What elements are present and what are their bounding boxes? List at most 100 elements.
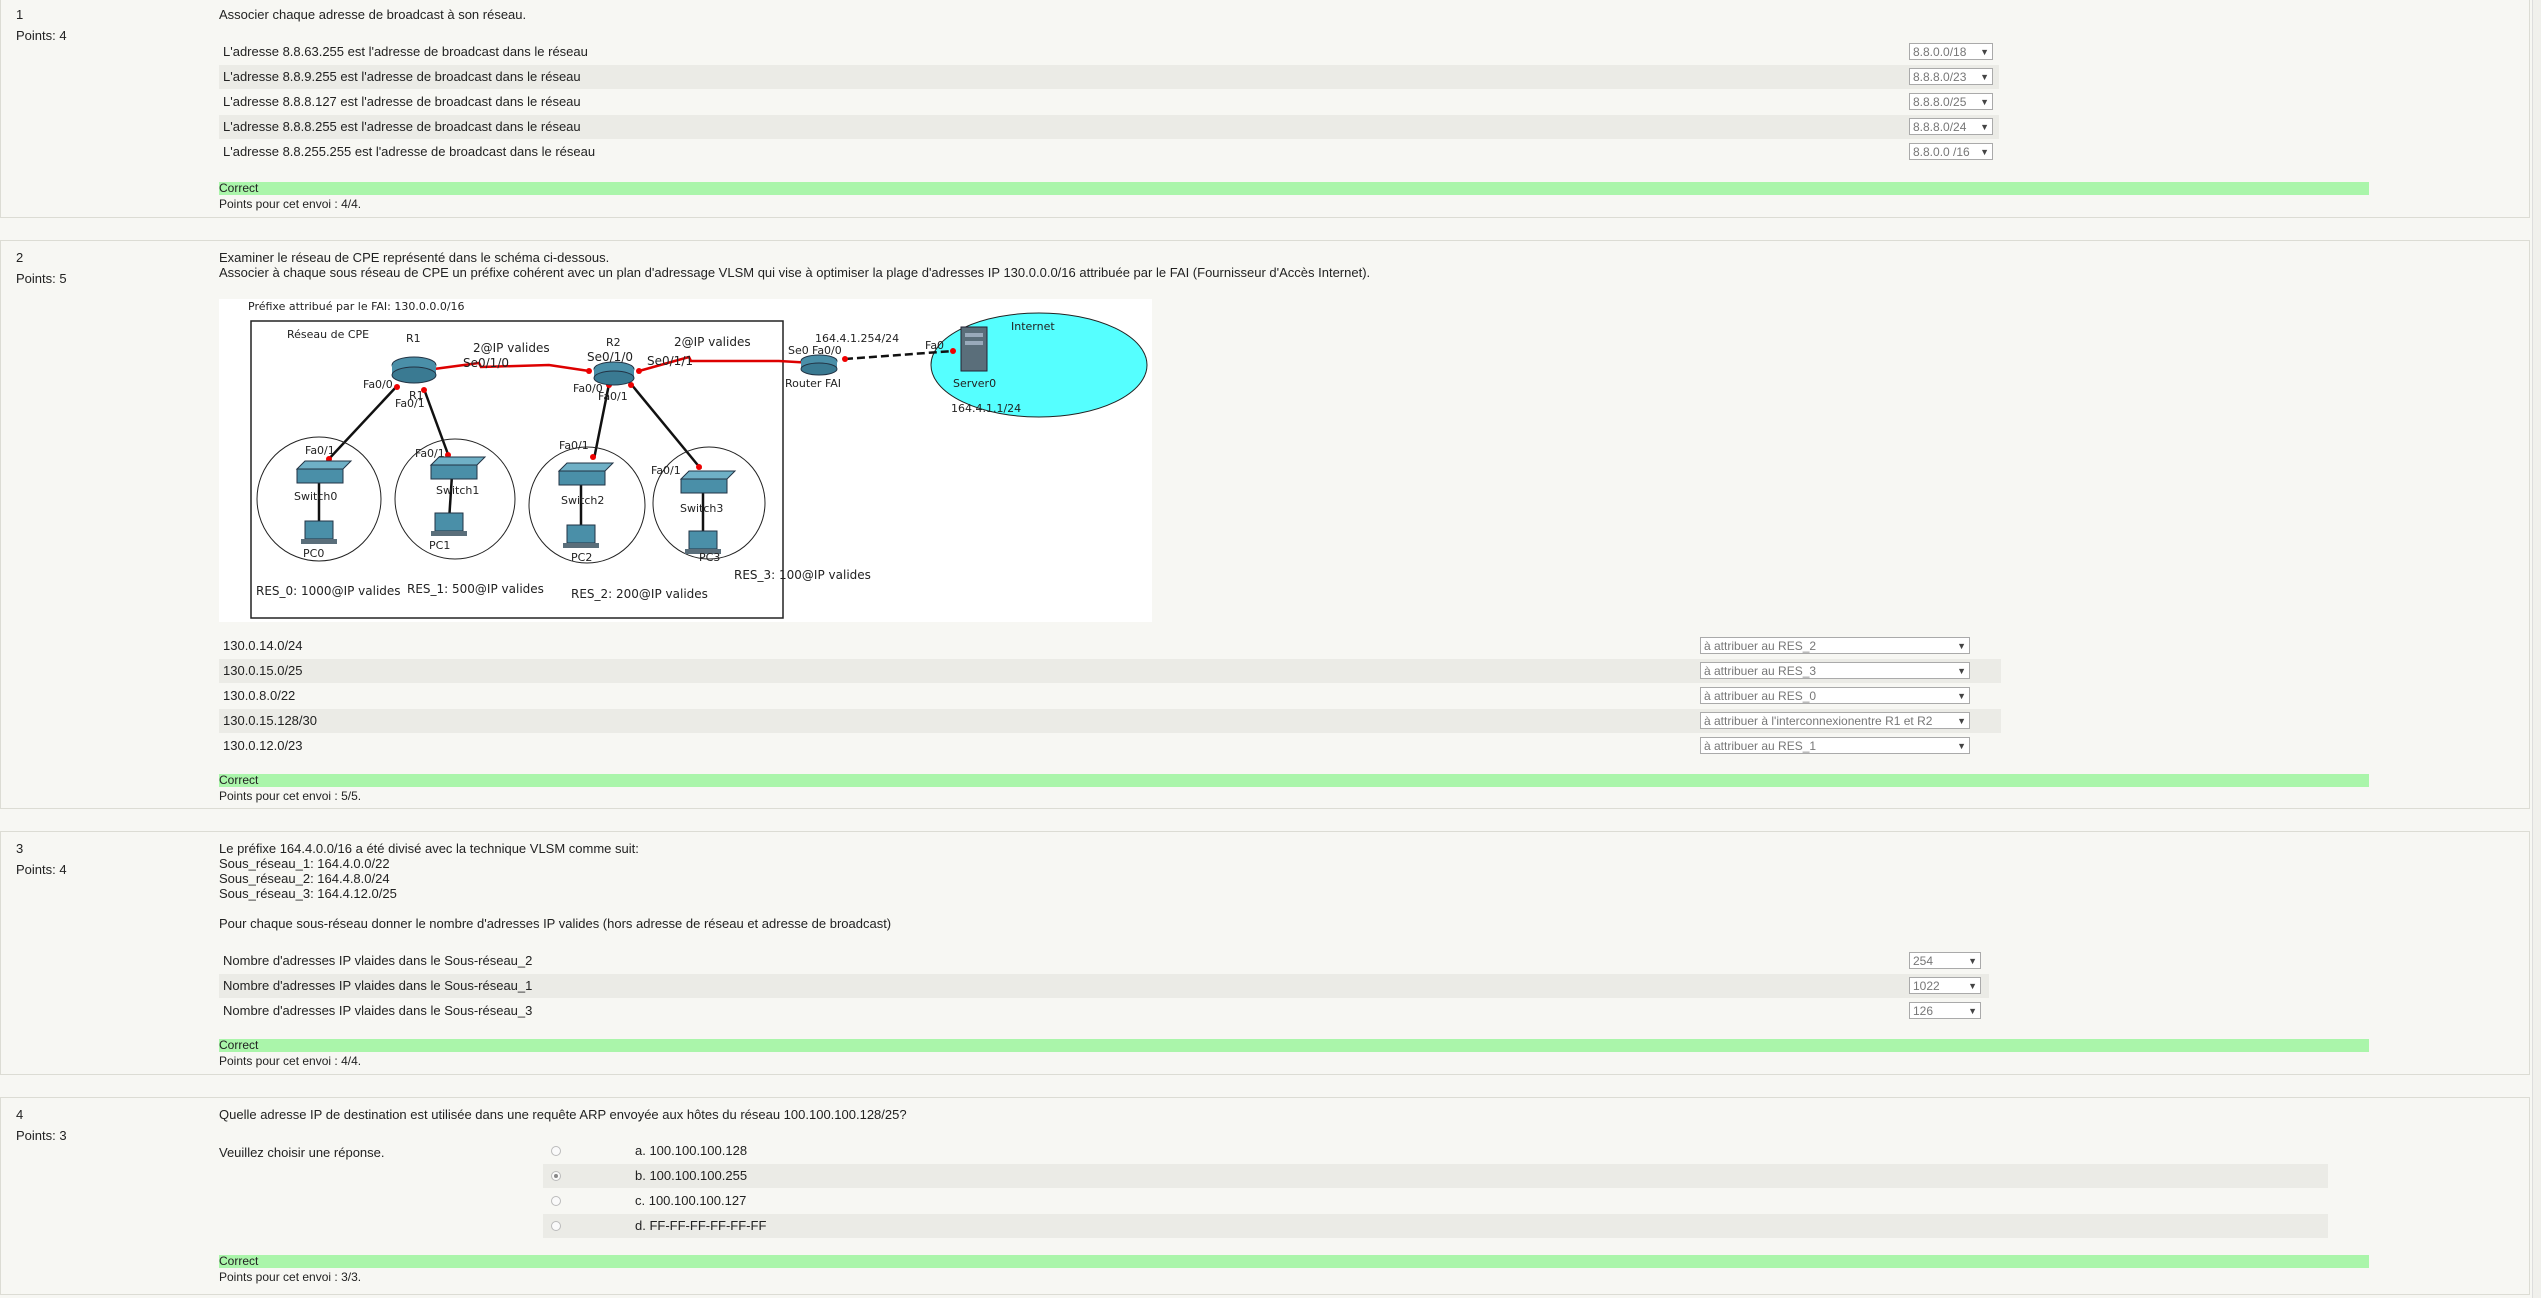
match-row: L'adresse 8.8.8.127 est l'adresse de bro… [219, 90, 1999, 114]
svg-text:PC1: PC1 [429, 539, 450, 552]
svg-text:Se0: Se0 [788, 344, 809, 357]
question-points: Points: 3 [16, 1128, 67, 1143]
answer-select[interactable]: à attribuer à l'interconnexionentre R1 e… [1700, 712, 1970, 729]
router-icon [391, 356, 437, 384]
question-stem: Sous_réseau_1: 164.4.0.0/22 [219, 856, 390, 871]
chevron-down-icon: ▼ [1968, 1006, 1977, 1016]
match-row: 130.0.15.128/30 à attribuer à l'intercon… [219, 709, 2001, 733]
answer-select[interactable]: 8.8.0.0/18 ▼ [1909, 43, 1993, 60]
svg-text:Fa0/0: Fa0/0 [363, 378, 393, 391]
question-points: Points: 5 [16, 271, 67, 286]
match-row: 130.0.14.0/24 à attribuer au RES_2 ▼ [219, 634, 2001, 658]
svg-text:RES_1: 500@IP valides: RES_1: 500@IP valides [407, 582, 544, 596]
answer-select[interactable]: 8.8.8.0/25 ▼ [1909, 93, 1993, 110]
server-icon [960, 326, 988, 372]
answer-select[interactable]: 8.8.8.0/24 ▼ [1909, 118, 1993, 135]
match-row: Nombre d'adresses IP vlaides dans le Sou… [219, 999, 1989, 1023]
svg-text:Switch0: Switch0 [294, 490, 337, 503]
question-stem: Le préfixe 164.4.0.0/16 a été divisé ave… [219, 841, 639, 856]
chevron-down-icon: ▼ [1957, 741, 1966, 751]
feedback-correct: Correct [219, 1255, 2369, 1268]
question-stem: Associer chaque adresse de broadcast à s… [219, 7, 527, 22]
chevron-down-icon: ▼ [1957, 666, 1966, 676]
option-label: d. FF-FF-FF-FF-FF-FF [635, 1218, 767, 1233]
svg-text:Se0/1/0: Se0/1/0 [463, 356, 509, 370]
match-label: L'adresse 8.8.9.255 est l'adresse de bro… [223, 69, 581, 84]
match-label: 130.0.14.0/24 [223, 638, 303, 653]
match-label: Nombre d'adresses IP vlaides dans le Sou… [223, 953, 533, 968]
question-points: Points: 4 [16, 28, 67, 43]
chevron-down-icon: ▼ [1980, 47, 1989, 57]
answer-select[interactable]: 126 ▼ [1909, 1002, 1981, 1019]
chevron-down-icon: ▼ [1980, 122, 1989, 132]
answer-select[interactable]: 254 ▼ [1909, 952, 1981, 969]
radio-button[interactable] [551, 1146, 561, 1156]
option-label: c. 100.100.100.127 [635, 1193, 747, 1208]
svg-text:RES_2: 200@IP valides: RES_2: 200@IP valides [571, 587, 708, 601]
question-stem: Pour chaque sous-réseau donner le nombre… [219, 916, 892, 931]
option-b[interactable]: b. 100.100.100.255 [543, 1164, 2328, 1188]
link-r2-sw3 [630, 383, 702, 470]
answer-select[interactable]: 1022 ▼ [1909, 977, 1981, 994]
answer-select[interactable]: à attribuer au RES_3 ▼ [1700, 662, 1970, 679]
svg-text:Fa0/1: Fa0/1 [415, 447, 445, 460]
score-line: Points pour cet envoi : 5/5. [219, 789, 362, 803]
svg-text:Fa0: Fa0 [925, 339, 944, 352]
option-a[interactable]: a. 100.100.100.128 [543, 1139, 2328, 1163]
switch-icon [295, 460, 353, 484]
radio-button[interactable] [551, 1221, 561, 1231]
svg-text:Fa0/1: Fa0/1 [651, 464, 681, 477]
answer-prompt: Veuillez choisir une réponse. [219, 1145, 385, 1160]
svg-text:Server0: Server0 [953, 377, 996, 390]
question-number: 1 [16, 7, 24, 22]
match-label: L'adresse 8.8.255.255 est l'adresse de b… [223, 144, 596, 159]
svg-text:Router FAI: Router FAI [785, 377, 841, 390]
match-row: L'adresse 8.8.63.255 est l'adresse de br… [219, 40, 1999, 64]
answer-select[interactable]: 8.8.8.0/23 ▼ [1909, 68, 1993, 85]
svg-text:Switch2: Switch2 [561, 494, 604, 507]
chevron-down-icon: ▼ [1980, 72, 1989, 82]
svg-text:Fa0/1: Fa0/1 [598, 390, 628, 403]
pc-icon [563, 524, 599, 548]
radio-button[interactable] [551, 1196, 561, 1206]
match-row: Nombre d'adresses IP vlaides dans le Sou… [219, 949, 1989, 973]
match-label: 130.0.15.0/25 [223, 663, 303, 678]
svg-text:R2: R2 [606, 336, 621, 349]
svg-text:Fa0/1: Fa0/1 [559, 439, 589, 452]
svg-text:Se0/1/1: Se0/1/1 [647, 354, 693, 368]
answer-select[interactable]: à attribuer au RES_0 ▼ [1700, 687, 1970, 704]
question-number: 3 [16, 841, 24, 856]
svg-text:Fa0/1: Fa0/1 [305, 444, 335, 457]
option-label: a. 100.100.100.128 [635, 1143, 748, 1158]
answer-select[interactable]: à attribuer au RES_2 ▼ [1700, 637, 1970, 654]
switch-icon [429, 456, 487, 480]
feedback-correct: Correct [219, 182, 2369, 195]
question-stem: Examiner le réseau de CPE représenté dan… [219, 250, 610, 265]
link-r1-sw0 [326, 385, 398, 462]
svg-text:RES_0: 1000@IP valides: RES_0: 1000@IP valides [256, 584, 401, 598]
option-d[interactable]: d. FF-FF-FF-FF-FF-FF [543, 1214, 2328, 1238]
chevron-down-icon: ▼ [1957, 691, 1966, 701]
match-label: L'adresse 8.8.63.255 est l'adresse de br… [223, 44, 588, 59]
match-label: L'adresse 8.8.8.127 est l'adresse de bro… [223, 94, 581, 109]
answer-select[interactable]: à attribuer au RES_1 ▼ [1700, 737, 1970, 754]
answer-select[interactable]: 8.8.0.0 /16 ▼ [1909, 143, 1993, 160]
match-row: L'adresse 8.8.8.255 est l'adresse de bro… [219, 115, 1999, 139]
match-row: L'adresse 8.8.255.255 est l'adresse de b… [219, 140, 1999, 164]
match-row: 130.0.12.0/23 à attribuer au RES_1 ▼ [219, 734, 2001, 758]
vertical-scrollbar[interactable] [2532, 0, 2541, 1298]
question-2: 2 Points: 5 Examiner le réseau de CPE re… [0, 240, 2530, 809]
radio-button[interactable] [551, 1171, 561, 1181]
svg-text:164.4.1.1/24: 164.4.1.1/24 [951, 402, 1021, 415]
chevron-down-icon: ▼ [1980, 97, 1989, 107]
match-label: 130.0.15.128/30 [223, 713, 317, 728]
option-c[interactable]: c. 100.100.100.127 [543, 1189, 2328, 1213]
svg-text:RES_3: 100@IP valides: RES_3: 100@IP valides [734, 568, 871, 582]
chevron-down-icon: ▼ [1968, 956, 1977, 966]
question-1: 1 Points: 4 Associer chaque adresse de b… [0, 0, 2530, 218]
svg-text:Fa0/0: Fa0/0 [812, 344, 842, 357]
question-number: 4 [16, 1107, 24, 1122]
score-line: Points pour cet envoi : 4/4. [219, 1054, 362, 1068]
switch-icon [679, 470, 737, 494]
match-label: 130.0.8.0/22 [223, 688, 296, 703]
